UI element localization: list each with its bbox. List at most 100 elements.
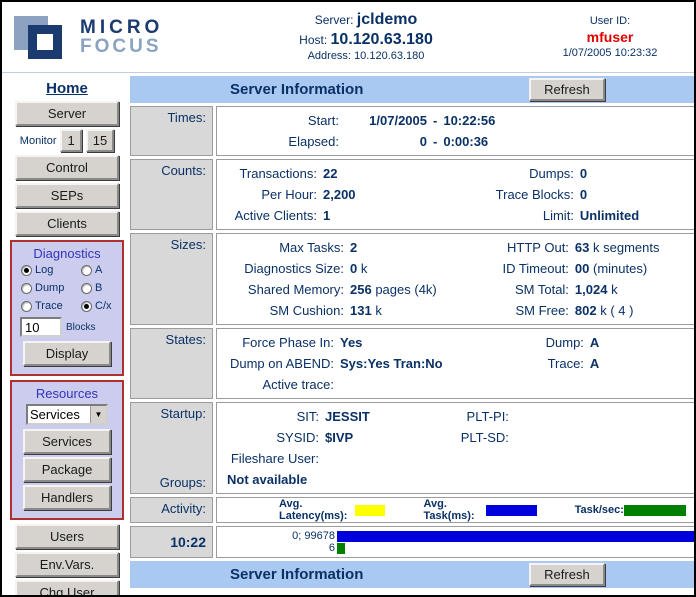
radio-cx-icon[interactable] (81, 301, 92, 312)
states-row: Dump on ABEND: Sys:Yes Tran:No Trace: A (219, 353, 696, 374)
main-content: Server Information Refresh Times: Start:… (130, 76, 696, 591)
seps-button[interactable]: SEPs (15, 183, 119, 208)
top-title-bar: Server Information Refresh (130, 76, 696, 103)
states-row: Active trace: (219, 374, 696, 395)
timeline-section: 10:22 0; 99678 6 (130, 526, 696, 558)
times-row: Start: 1/07/2005 - 10:22:56 (219, 110, 696, 131)
server-value: jcldemo (357, 11, 417, 28)
times-label: Times: (167, 110, 206, 125)
radio-b-label: B (95, 282, 102, 294)
task-sec-swatch (624, 505, 686, 516)
radio-a-icon[interactable] (81, 265, 92, 276)
clients-button[interactable]: Clients (15, 211, 119, 236)
radio-cx[interactable]: C/x (81, 300, 125, 312)
radio-dump[interactable]: Dump (21, 282, 81, 294)
resources-box: Resources Services ▼ Services Package Ha… (10, 380, 124, 520)
monitor-row: Monitor 1 15 (6, 129, 128, 152)
radio-log-label: Log (35, 264, 53, 276)
radio-b[interactable]: B (81, 282, 125, 294)
sizes-row: Diagnostics Size: 0 k ID Timeout: 00 (mi… (219, 258, 696, 279)
host-line: Host: 10.120.63.180 (192, 30, 540, 50)
task-sec-bar (337, 543, 345, 554)
refresh-button-bottom[interactable]: Refresh (529, 563, 605, 586)
start-sep: - (427, 110, 443, 131)
elapsed-sep: - (427, 131, 443, 152)
body: Home Server Monitor 1 15 Control SEPs Cl… (2, 72, 694, 597)
server-label: Server: (315, 13, 354, 27)
envvars-button[interactable]: Env.Vars. (15, 552, 119, 577)
micro-focus-logo: MICRO FOCUS (12, 10, 192, 64)
startup-section: Startup: Groups: SIT: JESSIT PLT-PI: SYS… (130, 402, 696, 494)
groups-value: Not available (219, 469, 696, 490)
logo-front-square (28, 25, 62, 59)
activity-section: Activity: Avg. Latency(ms): Avg. Task(ms… (130, 497, 696, 523)
package-button[interactable]: Package (23, 457, 111, 482)
blocks-row: Blocks (15, 317, 119, 337)
timeline-bar-row: 0; 99678 (219, 530, 696, 542)
radio-trace-icon[interactable] (21, 301, 32, 312)
start-date: 1/07/2005 (339, 110, 427, 131)
page-title: Server Information (230, 81, 363, 98)
radio-a-label: A (95, 264, 102, 276)
diagnostics-radios: Log A Dump B Trace C/x (15, 264, 119, 312)
handlers-button[interactable]: Handlers (23, 485, 111, 510)
task-ms-swatch (486, 505, 536, 516)
timeline-bar-value: 6 (219, 542, 337, 554)
states-row: Force Phase In: Yes Dump: A (219, 332, 696, 353)
address-line: Address: 10.120.63.180 (192, 50, 540, 64)
radio-dump-icon[interactable] (21, 283, 32, 294)
radio-cx-label: C/x (95, 300, 112, 312)
refresh-button-top[interactable]: Refresh (529, 78, 605, 101)
users-button[interactable]: Users (15, 524, 119, 549)
start-time: 10:22:56 (443, 110, 495, 131)
activity-label: Activity: (161, 501, 206, 516)
chevron-down-icon[interactable]: ▼ (90, 406, 106, 423)
display-button[interactable]: Display (23, 341, 111, 366)
counts-row: Per Hour: 2,200 Trace Blocks: 0 (219, 184, 696, 205)
radio-trace[interactable]: Trace (21, 300, 81, 312)
micro-focus-logo-icon (12, 10, 74, 64)
radio-log[interactable]: Log (21, 264, 81, 276)
control-button[interactable]: Control (15, 155, 119, 180)
radio-log-icon[interactable] (21, 265, 32, 276)
radio-b-icon[interactable] (81, 283, 92, 294)
page: MICRO FOCUS Server: jcldemo Host: 10.120… (0, 0, 696, 597)
radio-a[interactable]: A (81, 264, 125, 276)
resources-title: Resources (15, 386, 119, 401)
server-button[interactable]: Server (15, 101, 119, 126)
startup-row: SIT: JESSIT PLT-PI: (219, 406, 696, 427)
resources-select-value[interactable]: Services (28, 406, 90, 423)
diagnostics-box: Diagnostics Log A Dump B Trace C/x Block… (10, 240, 124, 376)
logo-line1: MICRO (80, 18, 163, 37)
bottom-title-bar: Server Information Refresh (130, 561, 696, 588)
server-line: Server: jcldemo (192, 10, 540, 30)
blocks-input[interactable] (20, 317, 62, 337)
startup-row: Fileshare User: (219, 448, 696, 469)
blocks-label: Blocks (66, 322, 95, 333)
states-label: States: (166, 332, 206, 347)
monitor-1-button[interactable]: 1 (60, 129, 81, 152)
home-link[interactable]: Home (6, 80, 128, 97)
logo-line2: FOCUS (80, 37, 163, 56)
radio-dump-label: Dump (35, 282, 64, 294)
activity-legend: Avg. Latency(ms): Avg. Task(ms): Task/se… (219, 501, 696, 519)
startup-row: SYSID: $IVP PLT-SD: (219, 427, 696, 448)
elapsed-time: 0:00:36 (443, 131, 488, 152)
task-ms-legend-label: Avg. Task(ms): (423, 498, 486, 522)
latency-swatch (355, 505, 385, 516)
elapsed-label: Elapsed: (219, 131, 339, 152)
counts-row: Active Clients: 1 Limit: Unlimited (219, 205, 696, 226)
host-label: Host: (299, 33, 327, 47)
times-row: Elapsed: 0 - 0:00:36 (219, 131, 696, 152)
start-label: Start: (219, 110, 339, 131)
resources-select[interactable]: Services ▼ (26, 404, 108, 425)
sizes-label: Sizes: (171, 237, 206, 252)
radio-trace-label: Trace (35, 300, 63, 312)
startup-label: Startup: (160, 406, 206, 421)
chguser-button[interactable]: Chg.User (15, 580, 119, 597)
services-button[interactable]: Services (23, 429, 111, 454)
monitor-15-button[interactable]: 15 (86, 129, 114, 152)
user-id-label: User ID: (540, 14, 680, 28)
sizes-row: SM Cushion: 131 k SM Free: 802 k ( 4 ) (219, 300, 696, 321)
header: MICRO FOCUS Server: jcldemo Host: 10.120… (2, 2, 694, 72)
